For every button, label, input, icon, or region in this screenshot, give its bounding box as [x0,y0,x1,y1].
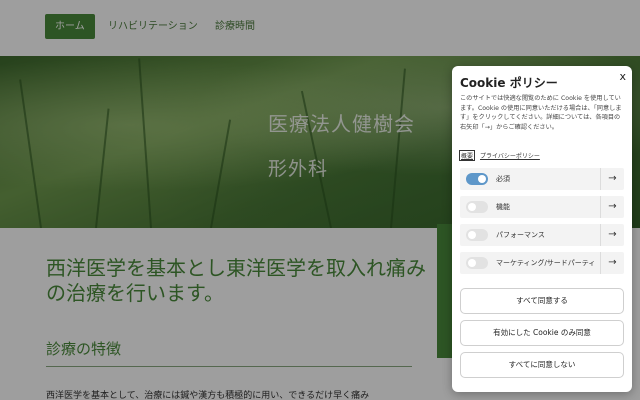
arrow-right-icon[interactable]: → [600,168,624,190]
toggle-knob [478,175,486,183]
arrow-right-icon[interactable]: → [600,252,624,274]
arrow-right-icon[interactable]: → [600,196,624,218]
cookie-category-marketing[interactable]: マーケティング/サードパーティ → [460,252,624,274]
toggle-switch[interactable] [466,173,488,185]
arrow-right-icon[interactable]: → [600,224,624,246]
category-label: マーケティング/サードパーティ [496,259,596,267]
toggle-switch[interactable] [466,229,488,241]
details-link[interactable]: 概要 [459,150,476,161]
category-label: パフォーマンス [496,231,545,239]
cookie-category-performance[interactable]: パフォーマンス → [460,224,624,246]
dialog-description: このサイトでは快適な閲覧のために Cookie を使用しています。Cookie … [460,95,622,131]
toggle-knob [468,203,476,211]
reject-all-button[interactable]: すべてに同意しない [460,352,624,378]
dialog-title: Cookie ポリシー [460,76,558,90]
close-icon[interactable]: x [619,70,626,83]
cookie-category-required[interactable]: 必須 → [460,168,624,190]
cookie-category-functional[interactable]: 機能 → [460,196,624,218]
toggle-switch[interactable] [466,257,488,269]
toggle-knob [468,259,476,267]
cookie-policy-dialog: Cookie ポリシー x このサイトでは快適な閲覧のために Cookie を使… [452,66,632,392]
accept-enabled-button[interactable]: 有効にした Cookie のみ同意 [460,320,624,346]
toggle-switch[interactable] [466,201,488,213]
accept-all-button[interactable]: すべて同意する [460,288,624,314]
category-label: 機能 [496,203,510,211]
category-label: 必須 [496,175,510,183]
toggle-knob [468,231,476,239]
privacy-policy-link[interactable]: プライバシーポリシー [480,151,540,160]
